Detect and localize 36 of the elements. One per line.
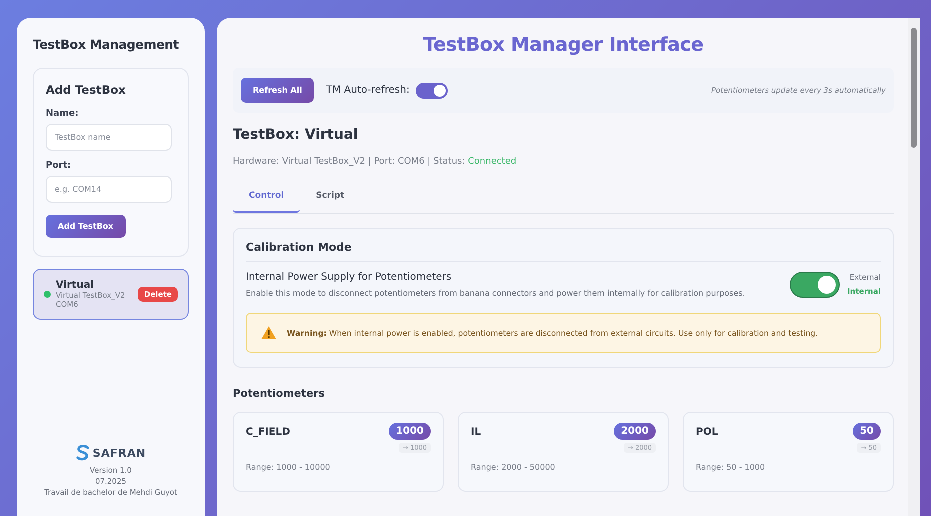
warning-icon: [261, 326, 277, 340]
range-text: Range: 2000 - 50000: [471, 463, 556, 472]
status-text: Connected: [468, 157, 517, 167]
refresh-all-button[interactable]: Refresh All: [241, 78, 314, 103]
logo-text: SAFRAN: [92, 446, 146, 460]
add-testbox-button[interactable]: Add TestBox: [46, 215, 126, 238]
sidebar-title: TestBox Management: [33, 36, 180, 54]
input-field[interactable]: e.g. COM14: [46, 176, 172, 203]
potentiometer-name: C_FIELD: [246, 426, 290, 438]
auto-refresh-toggle[interactable]: [416, 82, 448, 98]
testbox-name: Virtual: [56, 280, 95, 291]
option-description: Enable this mode to disconnect potentiometers from banana connectors and power them internally for calibration purposes.: [246, 289, 746, 298]
scrollbar[interactable]: [908, 18, 920, 516]
field-label: Port:: [46, 161, 72, 171]
value-badge: 1000: [389, 423, 431, 440]
section-title: Potentiometers: [233, 388, 326, 400]
range-text: Range: 50 - 1000: [696, 463, 766, 472]
option-title: Internal Power Supply for Potentiometers: [246, 272, 453, 283]
form-title: Add TestBox: [46, 83, 127, 97]
section-title: Calibration Mode: [246, 241, 881, 262]
input-field[interactable]: TestBox name: [46, 124, 172, 151]
value-badge: 50: [853, 423, 881, 440]
potentiometer-name: POL: [696, 426, 718, 438]
logo-icon: [76, 445, 90, 461]
tab[interactable]: Control: [233, 185, 300, 213]
value-badge: 2000: [614, 423, 656, 440]
internal-power-toggle[interactable]: [790, 272, 840, 298]
page-title: TestBox Manager Interface: [422, 34, 705, 56]
range-text: Range: 1000 - 10000: [246, 463, 332, 472]
tab[interactable]: Script: [300, 185, 361, 213]
field-label: Name:: [46, 109, 80, 119]
testbox-heading: TestBox: Virtual: [233, 127, 360, 143]
status-dot: [44, 291, 51, 298]
auto-refresh-label: TM Auto-refresh:: [326, 85, 410, 96]
hardware-info: Hardware: Virtual TestBox_V2 | Port: COM6 | Status:: [233, 157, 466, 167]
potentiometer-name: IL: [471, 426, 482, 438]
